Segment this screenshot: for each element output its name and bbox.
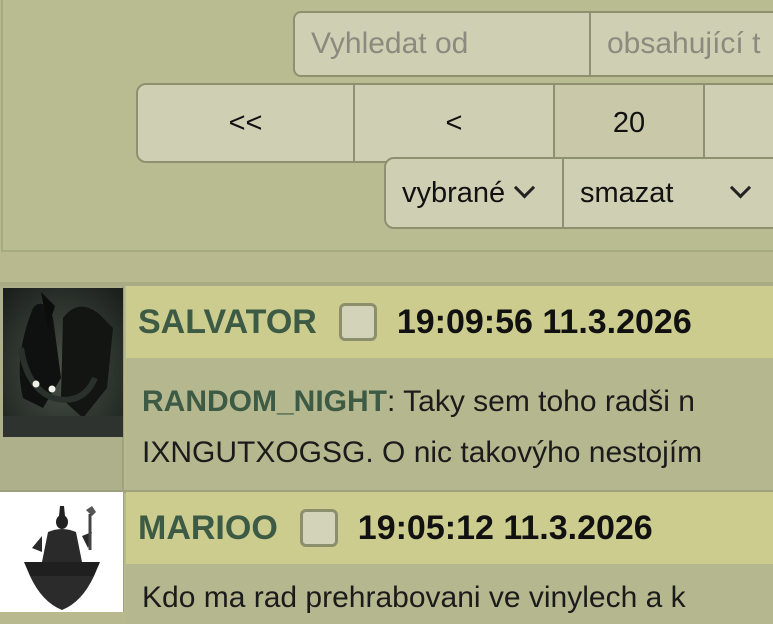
avatar-column — [0, 492, 124, 612]
first-page-button[interactable]: << — [136, 83, 355, 163]
post-timestamp: 19:09:56 11.3.2026 — [396, 302, 692, 341]
action-select-label: smazat — [580, 176, 674, 209]
search-row — [293, 11, 773, 77]
post: MARIOO 19:05:12 11.3.2026 Kdo ma rad pre… — [0, 492, 773, 624]
post-header: MARIOO 19:05:12 11.3.2026 — [126, 492, 773, 564]
post-header: SALVATOR 19:09:56 11.3.2026 — [126, 286, 773, 358]
search-containing-input[interactable] — [591, 11, 773, 77]
post-author[interactable]: MARIOO — [138, 509, 278, 548]
page-count-input[interactable]: 20 — [555, 83, 705, 163]
avatar[interactable] — [2, 492, 123, 612]
chevron-down-icon — [514, 176, 536, 198]
avatar[interactable] — [3, 288, 123, 437]
post-text-line: Kdo ma rad prehrabovani ve vinylech a k — [142, 581, 686, 614]
chevron-down-icon — [730, 176, 752, 198]
post-body: RANDOM_NIGHT: Taky sem toho radši n IXNG… — [126, 358, 773, 492]
post: SALVATOR 19:09:56 11.3.2026 RANDOM_NIGHT… — [0, 286, 773, 492]
post-timestamp: 19:05:12 11.3.2026 — [357, 508, 653, 547]
prev-page-button[interactable]: < — [355, 83, 555, 163]
post-text-line: : Taky sem toho radši n — [387, 385, 695, 418]
action-select[interactable]: smazat — [564, 157, 773, 229]
selection-select-label: vybrané — [402, 176, 506, 209]
pager: << < 20 — [136, 83, 773, 163]
post-select-checkbox[interactable] — [338, 303, 377, 341]
bulk-action-row: vybrané smazat — [384, 157, 773, 229]
avatar-column — [0, 286, 124, 492]
post-body: Kdo ma rad prehrabovani ve vinylech a k — [126, 564, 773, 624]
post-author[interactable]: SALVATOR — [138, 303, 317, 342]
next-page-button[interactable] — [705, 83, 773, 163]
post-text-line: IXNGUTXOGSG. O nic takovýho nestojím — [142, 436, 703, 469]
search-from-input[interactable] — [293, 11, 591, 77]
selection-select[interactable]: vybrané — [384, 157, 564, 229]
post-select-checkbox[interactable] — [299, 509, 338, 547]
reply-nick[interactable]: RANDOM_NIGHT — [142, 385, 387, 418]
